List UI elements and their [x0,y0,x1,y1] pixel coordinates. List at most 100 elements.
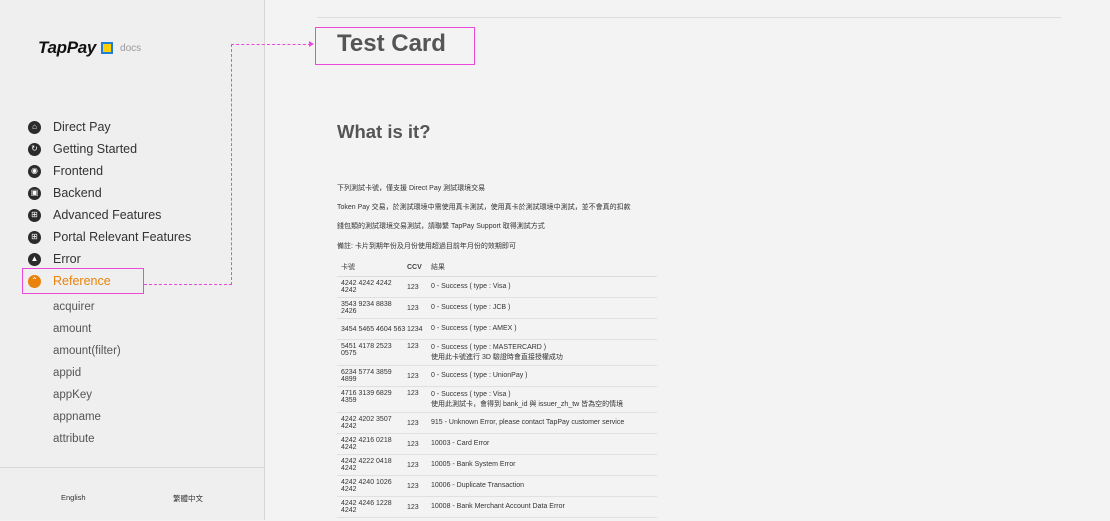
paragraph: Token Pay 交易，於測試環境中需使用真卡測試，使用真卡於測試環境中測試，… [337,204,631,211]
sidebar-item-advanced-features[interactable]: ⊞ Advanced Features [28,204,191,226]
sub-nav-item[interactable]: appid [53,362,121,384]
result-cell: 0 - Success ( type : MASTERCARD ) 使用此卡號進行… [427,343,657,363]
sidebar-item-label: Error [53,252,81,266]
logo-docs-label: docs [120,42,142,54]
table-row: 4242 4246 1228 4242 123 10008 - Bank Merch… [337,497,657,518]
paragraph: 備註: 卡片到期年份及月份使用超過目前年月份的效期即可 [337,243,516,250]
table-row: 4242 4242 4242 4242 123 0 - Success ( type… [337,277,657,298]
ccv-cell: 123 [407,283,419,291]
nav-3-icon: ▣ [28,186,41,200]
result-cell: 10006 - Duplicate Transaction [427,481,657,491]
result-cell: 10008 - Bank Merchant Account Data Error [427,502,657,512]
table-row: 4242 4240 1026 4242 123 10006 - Duplicate … [337,476,657,497]
result-line: 10005 - Bank System Error [431,461,516,468]
sidebar-footer: English 繁體中文 [0,467,264,521]
sidebar-nav: ⌂ Direct Pay ↻ Getting Started ◉ Frontend ▣ Bac… [28,116,191,292]
sidebar-item-portal-relevant-features[interactable]: ⊞ Portal Relevant Features [28,226,191,248]
ccv-cell: 123 [407,482,419,490]
result-line: 使用此測試卡，會得到 bank_id 與 issuer_zh_tw 皆為空的情境 [431,401,624,408]
result-line: 使用此卡號進行 3D 驗證時會直接授權成功 [431,354,563,361]
nav-1-icon: ↻ [28,142,41,156]
nav-5-icon: ⊞ [28,230,41,244]
card-number-cell: 3543 9234 8838 2426 [341,301,392,315]
result-cell: 0 - Success ( type : UnionPay ) [427,371,657,381]
annotation-connector [231,44,232,285]
table-row: 4242 4222 0418 4242 123 10005 - Bank Syste… [337,455,657,476]
table-header: 卡號 CCV 結果 [337,258,657,277]
reference-highlight-box [22,268,144,294]
table-row: 4242 4202 3507 4242 123 915 - Unknown Erro… [337,413,657,434]
table-body: 4242 4242 4242 4242 123 0 - Success ( type… [337,277,657,518]
result-cell: 0 - Success ( type : Visa ) 使用此測試卡，會得到 ba… [427,390,657,410]
header-card-number: 卡號 [341,264,355,271]
sidebar-item-label: Getting Started [53,142,138,156]
result-cell: 915 - Unknown Error, please contact TapP… [427,418,657,428]
header-result: 結果 [431,264,445,271]
sub-nav-item[interactable]: amount [53,318,121,340]
sidebar: TapPay docs ⌂ Direct Pay ↻ Getting Started ◉… [0,0,265,520]
table-row: 3454 5465 4604 563 1234 0 - Success ( type… [337,319,657,340]
sidebar-item-frontend[interactable]: ◉ Frontend [28,160,191,182]
sidebar-item-label: Backend [53,186,102,200]
result-cell: 0 - Success ( type : JCB ) [427,303,657,313]
page-title: Test Card [337,30,446,57]
sidebar-item-getting-started[interactable]: ↻ Getting Started [28,138,191,160]
logo-square-icon [101,42,114,54]
paragraph: 錢包類的測試環境交易測試，請聯繫 TapPay Support 取得測試方式 [337,223,545,230]
result-line: 0 - Success ( type : MASTERCARD ) [431,344,547,351]
result-line: 10003 - Card Error [431,440,490,447]
paragraph: 下列測試卡號，僅支援 Direct Pay 測試環境交易 [337,185,486,192]
ccv-cell: 123 [407,419,419,427]
nav-0-icon: ⌂ [28,120,41,134]
section-title: What is it? [337,121,431,142]
top-divider [317,17,1061,18]
sidebar-item-backend[interactable]: ▣ Backend [28,182,191,204]
result-line: 10006 - Duplicate Transaction [431,482,524,489]
sidebar-item-label: Portal Relevant Features [53,230,192,244]
ccv-cell: 123 [407,503,419,511]
test-card-table: 卡號 CCV 結果 4242 4242 4242 4242 123 0 - Succ… [337,258,657,518]
logo-text: TapPay [38,38,97,57]
card-number-cell: 4242 4246 1228 4242 [341,500,392,514]
card-number-cell: 4242 4240 1026 4242 [341,479,392,493]
nav-2-icon: ◉ [28,164,41,178]
card-number-cell: 4242 4202 3507 4242 [341,416,392,430]
card-number-cell: 6234 5774 3859 4899 [341,369,392,383]
traditional-chinese-link[interactable]: 繁體中文 [173,493,203,504]
card-number-cell: 4716 3139 6829 4359 [341,390,392,404]
ccv-cell: 123 [407,461,419,469]
ccv-cell: 123 [407,343,419,350]
sub-nav-item[interactable]: acquirer [53,296,121,318]
english-link[interactable]: English [61,493,86,502]
tappay-logo[interactable]: TapPay docs [38,38,141,58]
card-number-cell: 4242 4222 0418 4242 [341,458,392,472]
result-cell: 0 - Success ( type : AMEX ) [427,324,657,334]
table-row: 6234 5774 3859 4899 123 0 - Success ( type… [337,366,657,387]
card-number-cell: 3454 5465 4604 563 [341,325,406,333]
sidebar-item-error[interactable]: ▲ Error [28,248,191,270]
ccv-cell: 123 [407,304,419,312]
sub-nav-item[interactable]: attribute [53,428,121,450]
result-line: 0 - Success ( type : JCB ) [431,304,511,311]
result-line: 0 - Success ( type : UnionPay ) [431,372,528,379]
sidebar-item-label: Direct Pay [53,120,111,134]
result-line: 0 - Success ( type : Visa ) [431,391,511,398]
table-row: 3543 9234 8838 2426 123 0 - Success ( type… [337,298,657,319]
card-number-cell: 4242 4242 4242 4242 [341,280,392,294]
result-line: 10008 - Bank Merchant Account Data Error [431,503,565,510]
reference-sub-nav: acquirer amount amount(filter) appid appKey a… [53,296,121,450]
ccv-cell: 123 [407,390,419,397]
result-cell: 10005 - Bank System Error [427,460,657,470]
annotation-connector [144,284,232,285]
table-row: 4242 4216 0218 4242 123 10003 - Card Error [337,434,657,455]
sidebar-item-direct-pay[interactable]: ⌂ Direct Pay [28,116,191,138]
sub-nav-item[interactable]: amount(filter) [53,340,121,362]
sub-nav-item[interactable]: appKey [53,384,121,406]
result-line: 915 - Unknown Error, please contact TapP… [431,419,625,426]
card-number-cell: 4242 4216 0218 4242 [341,437,392,451]
ccv-cell: 123 [407,440,419,448]
result-cell: 10003 - Card Error [427,439,657,449]
header-ccv: CCV [407,263,422,271]
sidebar-item-label: Frontend [53,164,104,178]
sub-nav-item[interactable]: appname [53,406,121,428]
